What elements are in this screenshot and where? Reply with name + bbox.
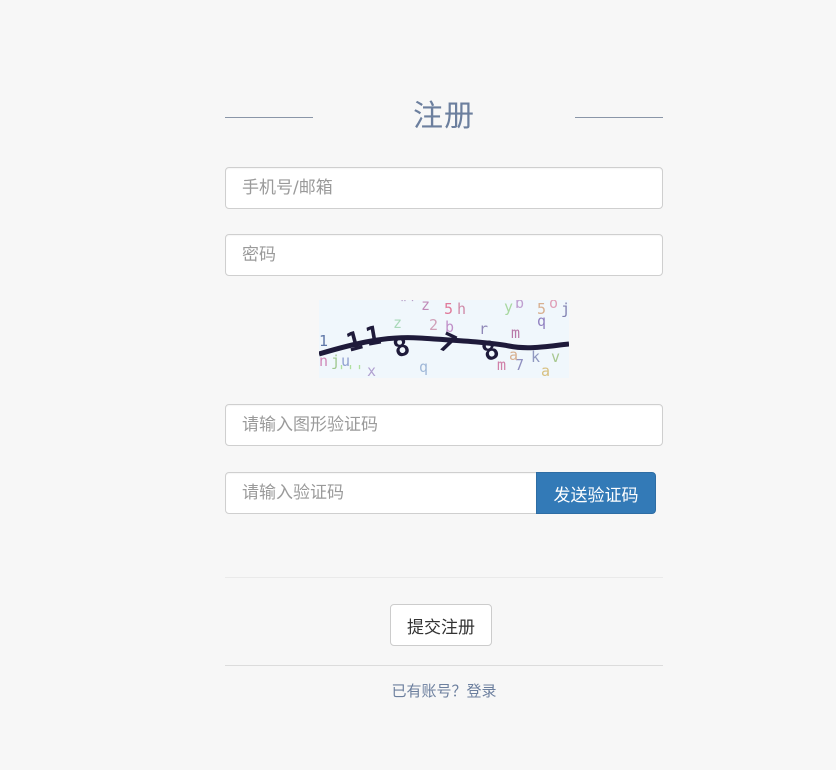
captcha-glyph: 5 [444, 300, 453, 318]
password-field [225, 234, 663, 276]
have-account-text: 已有账号？ [391, 682, 467, 700]
captcha-glyph: m [511, 324, 520, 342]
sms-code-row: 发送验证码 [225, 472, 663, 514]
title-divider-right [575, 117, 663, 118]
sms-code-field [225, 472, 537, 514]
form-divider [225, 577, 663, 578]
captcha-glyph: ''' [337, 362, 364, 378]
captcha-glyph: a [541, 362, 550, 378]
register-page: 注册 "' z 5 h y b 5 o j [0, 0, 836, 770]
submit-register-button[interactable]: 提交注册 [390, 604, 492, 646]
captcha-glyph: r [479, 320, 488, 338]
captcha-glyph: z [421, 300, 430, 314]
captcha-glyph: o [549, 300, 558, 312]
captcha-image[interactable]: "' z 5 h y b 5 o j z 2 b r m q 1 k v a n… [319, 300, 569, 378]
captcha-glyph: b [515, 300, 524, 312]
captcha-field [225, 404, 663, 446]
captcha-glyph: q [419, 358, 428, 376]
captcha-glyph: j [561, 300, 569, 318]
captcha-svg: "' z 5 h y b 5 o j z 2 b r m q 1 k v a n… [319, 300, 569, 378]
captcha-glyph: 1 [319, 332, 328, 350]
captcha-glyph: z [393, 314, 402, 332]
captcha-input[interactable] [226, 405, 662, 445]
login-prompt: 已有账号？登录 [225, 680, 663, 702]
captcha-glyph: "' [399, 300, 417, 312]
account-field [225, 167, 663, 209]
captcha-glyph: h [457, 300, 466, 318]
captcha-glyph: 2 [429, 316, 438, 334]
captcha-glyph: k [531, 348, 540, 366]
login-link[interactable]: 登录 [467, 682, 497, 700]
sms-code-input[interactable] [226, 473, 536, 513]
account-input[interactable] [226, 168, 662, 208]
password-input[interactable] [226, 235, 662, 275]
captcha-glyph: v [551, 348, 560, 366]
captcha-glyph: x [367, 362, 376, 378]
captcha-glyph: q [537, 312, 546, 330]
footer-divider [225, 665, 663, 666]
send-code-button[interactable]: 发送验证码 [536, 472, 656, 514]
title-row: 注册 [225, 96, 663, 138]
captcha-glyph: y [504, 300, 513, 316]
